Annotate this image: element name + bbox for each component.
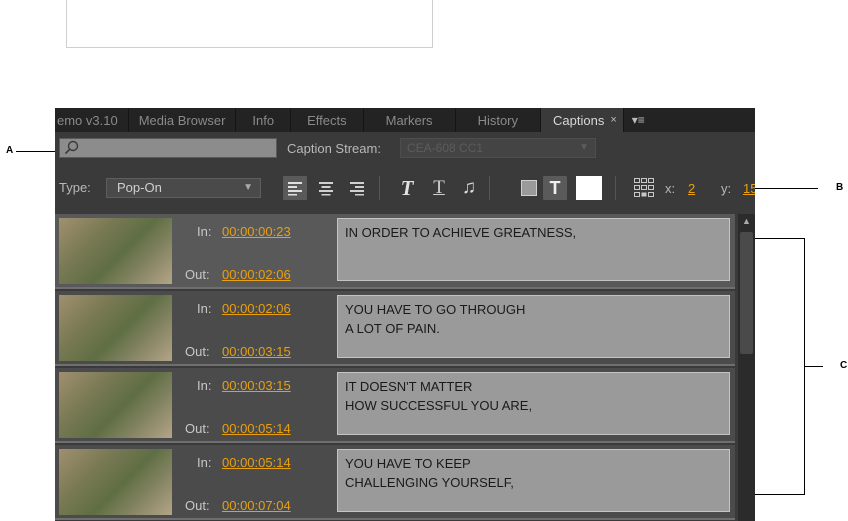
x-value[interactable]: 2 xyxy=(688,181,695,196)
toolbar-divider xyxy=(379,176,380,200)
tab-info[interactable]: Info xyxy=(236,108,292,132)
toolbar-divider xyxy=(615,176,616,200)
tab-label: emo v3.10 xyxy=(57,112,118,128)
out-timecode[interactable]: 00:00:03:15 xyxy=(222,344,291,359)
italic-button[interactable]: T xyxy=(395,176,419,200)
tab-effects[interactable]: Effects xyxy=(291,108,364,132)
background-color-icon xyxy=(521,180,537,196)
position-grid-button[interactable] xyxy=(632,176,656,200)
video-thumbnail xyxy=(59,295,172,361)
tab-label: Media Browser xyxy=(138,112,226,128)
text-color-button[interactable]: T xyxy=(543,176,567,200)
search-toolbar: Caption Stream: CEA-608 CC1 ▼ xyxy=(55,132,755,162)
tab-label: Markers xyxy=(385,112,433,128)
y-value[interactable]: 15 xyxy=(743,181,755,196)
caption-stream-select[interactable]: CEA-608 CC1 ▼ xyxy=(400,138,596,158)
caption-row[interactable]: In: 00:00:03:15 Out: 00:00:05:14 IT DOES… xyxy=(55,368,735,443)
panel-tab-bar: emo v3.10 Media Browser Info Effects Mar… xyxy=(55,108,755,132)
out-label: Out: xyxy=(185,344,210,359)
callout-b-label: B xyxy=(836,182,844,193)
tab-label: Captions xyxy=(553,112,605,128)
align-center-button[interactable] xyxy=(314,176,338,200)
scroll-up-icon[interactable]: ▲ xyxy=(738,214,755,229)
tab-markers[interactable]: Markers xyxy=(364,108,456,132)
video-thumbnail xyxy=(59,218,172,284)
callout-b-line xyxy=(754,188,818,189)
video-thumbnail xyxy=(59,372,172,438)
in-timecode[interactable]: 00:00:05:14 xyxy=(222,455,291,470)
callout-c-bracket-top xyxy=(755,238,805,239)
caption-list: In: 00:00:00:23 Out: 00:00:02:06 IN ORDE… xyxy=(55,214,735,521)
top-empty-box xyxy=(66,0,433,48)
in-label: In: xyxy=(197,224,212,239)
in-timecode[interactable]: 00:00:03:15 xyxy=(222,378,291,393)
captions-panel: emo v3.10 Media Browser Info Effects Mar… xyxy=(55,108,755,521)
type-label: Type: xyxy=(59,180,91,195)
color-swatch[interactable] xyxy=(575,175,603,201)
align-right-button[interactable] xyxy=(345,176,369,200)
x-label: x: xyxy=(665,181,676,196)
caption-stream-value: CEA-608 CC1 xyxy=(407,141,484,155)
in-label: In: xyxy=(197,455,212,470)
align-left-icon xyxy=(288,182,302,196)
search-icon xyxy=(64,140,79,155)
text-color-icon: T xyxy=(549,177,561,198)
caption-text-field[interactable]: IT DOESN'T MATTER HOW SUCCESSFUL YOU ARE… xyxy=(337,372,730,435)
y-label: y: xyxy=(721,181,732,196)
callout-c-label: C xyxy=(840,360,848,371)
format-toolbar: Type: Pop-On ▼ T T ♫ T x: 2 y: 15 xyxy=(55,168,755,206)
tab-media-browser[interactable]: Media Browser xyxy=(129,108,237,132)
align-right-icon xyxy=(350,182,364,196)
underline-icon: T xyxy=(433,177,445,198)
caption-stream-label: Caption Stream: xyxy=(287,141,381,156)
out-timecode[interactable]: 00:00:07:04 xyxy=(222,498,291,513)
vertical-scrollbar[interactable]: ▲ xyxy=(738,214,755,521)
in-timecode[interactable]: 00:00:02:06 xyxy=(222,301,291,316)
tab-label: Effects xyxy=(307,112,347,128)
out-label: Out: xyxy=(185,498,210,513)
tab-label: History xyxy=(477,112,519,128)
music-note-button[interactable]: ♫ xyxy=(457,176,481,200)
callout-c-line xyxy=(805,366,823,367)
grid-icon xyxy=(634,178,654,197)
caption-row[interactable]: In: 00:00:05:14 Out: 00:00:07:04 YOU HAV… xyxy=(55,445,735,520)
out-timecode[interactable]: 00:00:05:14 xyxy=(222,421,291,436)
in-label: In: xyxy=(197,378,212,393)
caption-row[interactable]: In: 00:00:02:06 Out: 00:00:03:15 YOU HAV… xyxy=(55,291,735,366)
color-swatch-white xyxy=(576,176,602,200)
out-timecode[interactable]: 00:00:02:06 xyxy=(222,267,291,282)
out-label: Out: xyxy=(185,421,210,436)
type-value: Pop-On xyxy=(117,180,162,195)
in-label: In: xyxy=(197,301,212,316)
caption-row[interactable]: In: 00:00:00:23 Out: 00:00:02:06 IN ORDE… xyxy=(55,214,735,289)
type-select[interactable]: Pop-On ▼ xyxy=(106,178,261,198)
video-thumbnail xyxy=(59,449,172,515)
out-label: Out: xyxy=(185,267,210,282)
chevron-down-icon: ▼ xyxy=(243,182,253,193)
italic-icon: T xyxy=(400,175,414,200)
tab-history[interactable]: History xyxy=(456,108,542,132)
tab-captions[interactable]: Captions × xyxy=(541,108,624,132)
align-left-button[interactable] xyxy=(283,176,307,200)
tab-label: Info xyxy=(252,112,275,128)
music-note-icon: ♫ xyxy=(461,177,477,198)
caption-text-field[interactable]: YOU HAVE TO GO THROUGH A LOT OF PAIN. xyxy=(337,295,730,358)
callout-c-bracket-bottom xyxy=(755,494,805,495)
caption-text-field[interactable]: IN ORDER TO ACHIEVE GREATNESS, xyxy=(337,218,730,281)
callout-a-label: A xyxy=(6,145,14,156)
caption-text-field[interactable]: YOU HAVE TO KEEP CHALLENGING YOURSELF, xyxy=(337,449,730,512)
chevron-down-icon: ▼ xyxy=(579,142,589,153)
panel-menu-icon[interactable]: ▾≡ xyxy=(624,108,653,132)
tab-project[interactable]: emo v3.10 xyxy=(55,108,129,132)
in-timecode[interactable]: 00:00:00:23 xyxy=(222,224,291,239)
scrollbar-thumb[interactable] xyxy=(740,232,753,354)
search-input[interactable] xyxy=(59,138,277,158)
underline-button[interactable]: T xyxy=(427,176,451,200)
toolbar-divider xyxy=(489,176,490,200)
close-icon[interactable]: × xyxy=(610,114,616,126)
background-color-button[interactable] xyxy=(517,176,541,200)
align-center-icon xyxy=(319,182,333,196)
